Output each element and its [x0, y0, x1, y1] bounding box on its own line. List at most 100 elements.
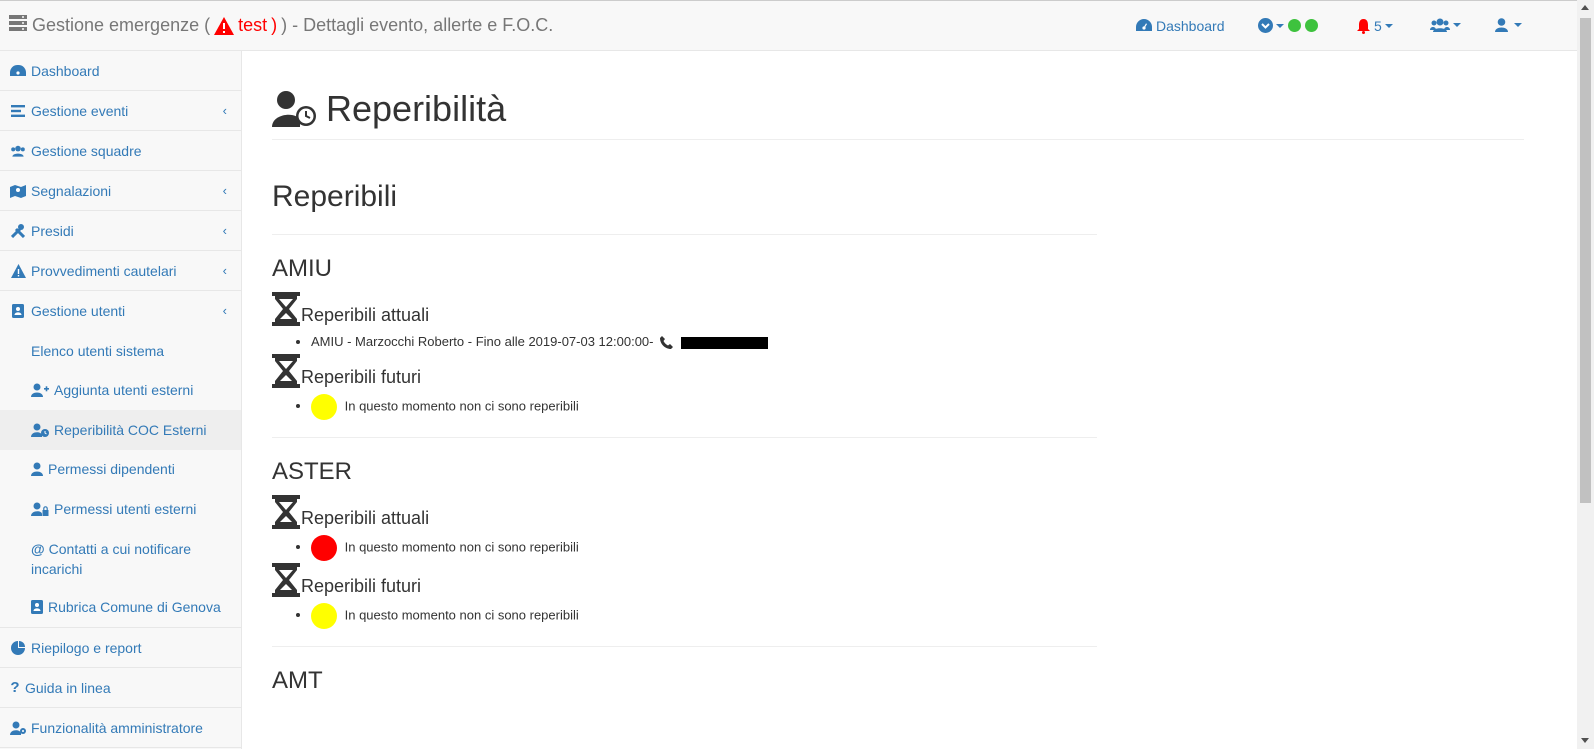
caret-down-icon — [1276, 23, 1284, 28]
address-card-icon — [10, 303, 26, 319]
notifications-dropdown[interactable]: 5 — [1357, 18, 1393, 34]
sidebar-item-gestione-utenti[interactable]: Gestione utenti ‹ — [0, 291, 241, 331]
status-dot-green — [1288, 19, 1301, 32]
user-clock-icon — [272, 91, 316, 127]
divider — [272, 646, 1097, 647]
status-dot-red — [311, 535, 337, 561]
sidebar-item-provvedimenti[interactable]: Provvedimenti cautelari ‹ — [0, 251, 241, 291]
status-dropdown[interactable] — [1258, 18, 1318, 33]
chevron-left-icon: ‹ — [222, 303, 227, 318]
sidebar-item-presidi[interactable]: Presidi ‹ — [0, 211, 241, 251]
pie-chart-icon — [10, 640, 26, 656]
sidebar-item-label: Segnalazioni — [31, 182, 112, 199]
brand-title-prefix: Gestione emergenze ( — [32, 15, 211, 35]
submenu-item-rubrica[interactable]: Rubrica Comune di Genova — [0, 588, 241, 628]
warning-icon — [214, 16, 235, 35]
empty-message: In questo momento non ci sono reperibili — [344, 398, 579, 414]
scroll-up-arrow-icon[interactable] — [1581, 5, 1589, 10]
current-heading: Reperibili attuali — [272, 495, 1097, 529]
page-header: Reperibilità — [272, 88, 1524, 140]
list-item: In questo momento non ci sono reperibili — [311, 535, 1097, 561]
sidebar-item-label: Dashboard — [31, 62, 100, 79]
list-item: In questo momento non ci sono reperibili — [311, 603, 1097, 629]
reperibile-entry: AMIU - Marzocchi Roberto - Fino alle 201… — [311, 334, 654, 349]
submenu-item-label: Permessi utenti esterni — [54, 500, 197, 517]
empty-message: In questo momento non ci sono reperibili — [344, 539, 579, 555]
user-clock-icon — [31, 423, 49, 437]
empty-message: In questo momento non ci sono reperibili — [344, 607, 579, 623]
user-dropdown[interactable] — [1495, 18, 1522, 32]
sidebar-item-label: Funzionalità amministratore — [31, 719, 203, 736]
event-alert: test ) — [210, 15, 277, 36]
chevron-left-icon: ‹ — [222, 183, 227, 198]
status-dot-yellow — [311, 394, 337, 420]
current-list: In questo momento non ci sono reperibili — [272, 535, 1097, 561]
caret-down-icon — [1514, 23, 1522, 27]
sidebar-item-admin[interactable]: Funzionalità amministratore — [0, 708, 241, 748]
map-marker-icon — [10, 183, 26, 199]
chevron-left-icon: ‹ — [222, 263, 227, 278]
brand-title-suffix: ) - Dettagli evento, allerte e F.O.C. — [281, 15, 554, 35]
phone-icon — [660, 336, 674, 350]
main-content: Reperibilità Reperibili AMIU Reperibili … — [272, 52, 1524, 695]
scroll-down-arrow-icon[interactable] — [1581, 738, 1589, 743]
submenu-item-reperibilita[interactable]: Reperibilità COC Esterni — [0, 410, 241, 450]
list-item: AMIU - Marzocchi Roberto - Fino alle 201… — [311, 332, 1097, 352]
submenu-item-permessi-esterni[interactable]: Permessi utenti esterni — [0, 489, 241, 529]
future-heading: Reperibili futuri — [272, 563, 1097, 597]
submenu-item-label: @ Contatti a cui notificare incarichi — [31, 539, 241, 579]
org-title: AMT — [272, 667, 323, 694]
nav-dashboard-label: Dashboard — [1156, 18, 1225, 34]
sidebar-item-label: Provvedimenti cautelari — [31, 262, 177, 279]
section-title: Reperibili — [272, 180, 398, 213]
sidebar-item-label: Gestione squadre — [31, 142, 142, 159]
status-dot-green — [1305, 19, 1318, 32]
submenu-item-label: Permessi dipendenti — [48, 461, 175, 478]
navbar-brand[interactable]: Gestione emergenze ( test ) ) - Dettagli… — [9, 15, 553, 36]
submenu-item-aggiunta-utenti[interactable]: Aggiunta utenti esterni — [0, 371, 241, 411]
sidebar-item-dashboard[interactable]: Dashboard — [0, 51, 241, 91]
sidebar-item-label: Gestione eventi — [31, 102, 129, 119]
future-label: Reperibili futuri — [301, 576, 422, 596]
list-item: In questo momento non ci sono reperibili — [311, 394, 1097, 420]
sidebar: Dashboard Gestione eventi ‹ Gestione squ… — [0, 51, 242, 749]
submenu-item-elenco-utenti[interactable]: Elenco utenti sistema — [0, 331, 241, 371]
current-heading: Reperibili attuali — [272, 292, 1097, 326]
users-dropdown[interactable] — [1430, 18, 1461, 32]
hourglass-icon — [272, 354, 300, 388]
future-heading: Reperibili futuri — [272, 354, 1097, 388]
future-list: In questo momento non ci sono reperibili — [272, 603, 1097, 629]
sidebar-item-guida[interactable]: ? Guida in linea — [0, 668, 241, 708]
user-cog-icon — [10, 720, 26, 736]
hourglass-icon — [272, 563, 300, 597]
scrollbar-thumb[interactable] — [1580, 18, 1591, 503]
submenu-item-permessi-dipendenti[interactable]: Permessi dipendenti — [0, 450, 241, 490]
sidebar-item-gestione-squadre[interactable]: Gestione squadre — [0, 131, 241, 171]
event-name: test — [238, 15, 268, 35]
sidebar-item-riepilogo[interactable]: Riepilogo e report — [0, 628, 241, 668]
current-label: Reperibili attuali — [301, 305, 430, 325]
submenu-item-contatti-notifiche[interactable]: @ Contatti a cui notificare incarichi — [0, 529, 241, 588]
question-icon: ? — [10, 679, 20, 696]
server-icon — [9, 15, 27, 36]
tools-icon — [10, 223, 26, 239]
nav-dashboard-link[interactable]: Dashboard — [1136, 18, 1225, 34]
address-book-icon — [31, 600, 43, 615]
user-icon — [1495, 18, 1508, 32]
submenu-item-text: Contatti a cui notificare incarichi — [31, 540, 192, 577]
reperibili-section: Reperibili AMIU Reperibili attuali AMIU … — [272, 180, 1097, 695]
sidebar-item-segnalazioni[interactable]: Segnalazioni ‹ — [0, 171, 241, 211]
org-title: AMIU — [272, 255, 332, 282]
org-title: ASTER — [272, 458, 353, 485]
bars-icon — [10, 103, 26, 119]
sidebar-item-label: Gestione utenti — [31, 303, 126, 319]
submenu-item-label: Elenco utenti sistema — [31, 342, 165, 359]
sidebar-item-gestione-eventi[interactable]: Gestione eventi ‹ — [0, 91, 241, 131]
chevron-circle-icon — [1258, 18, 1273, 33]
bell-icon — [1357, 18, 1370, 34]
page-scrollbar[interactable] — [1577, 0, 1594, 749]
current-label: Reperibili attuali — [301, 508, 430, 528]
submenu-item-label: Aggiunta utenti esterni — [54, 382, 194, 399]
hourglass-icon — [272, 292, 300, 326]
users-icon — [10, 143, 26, 159]
